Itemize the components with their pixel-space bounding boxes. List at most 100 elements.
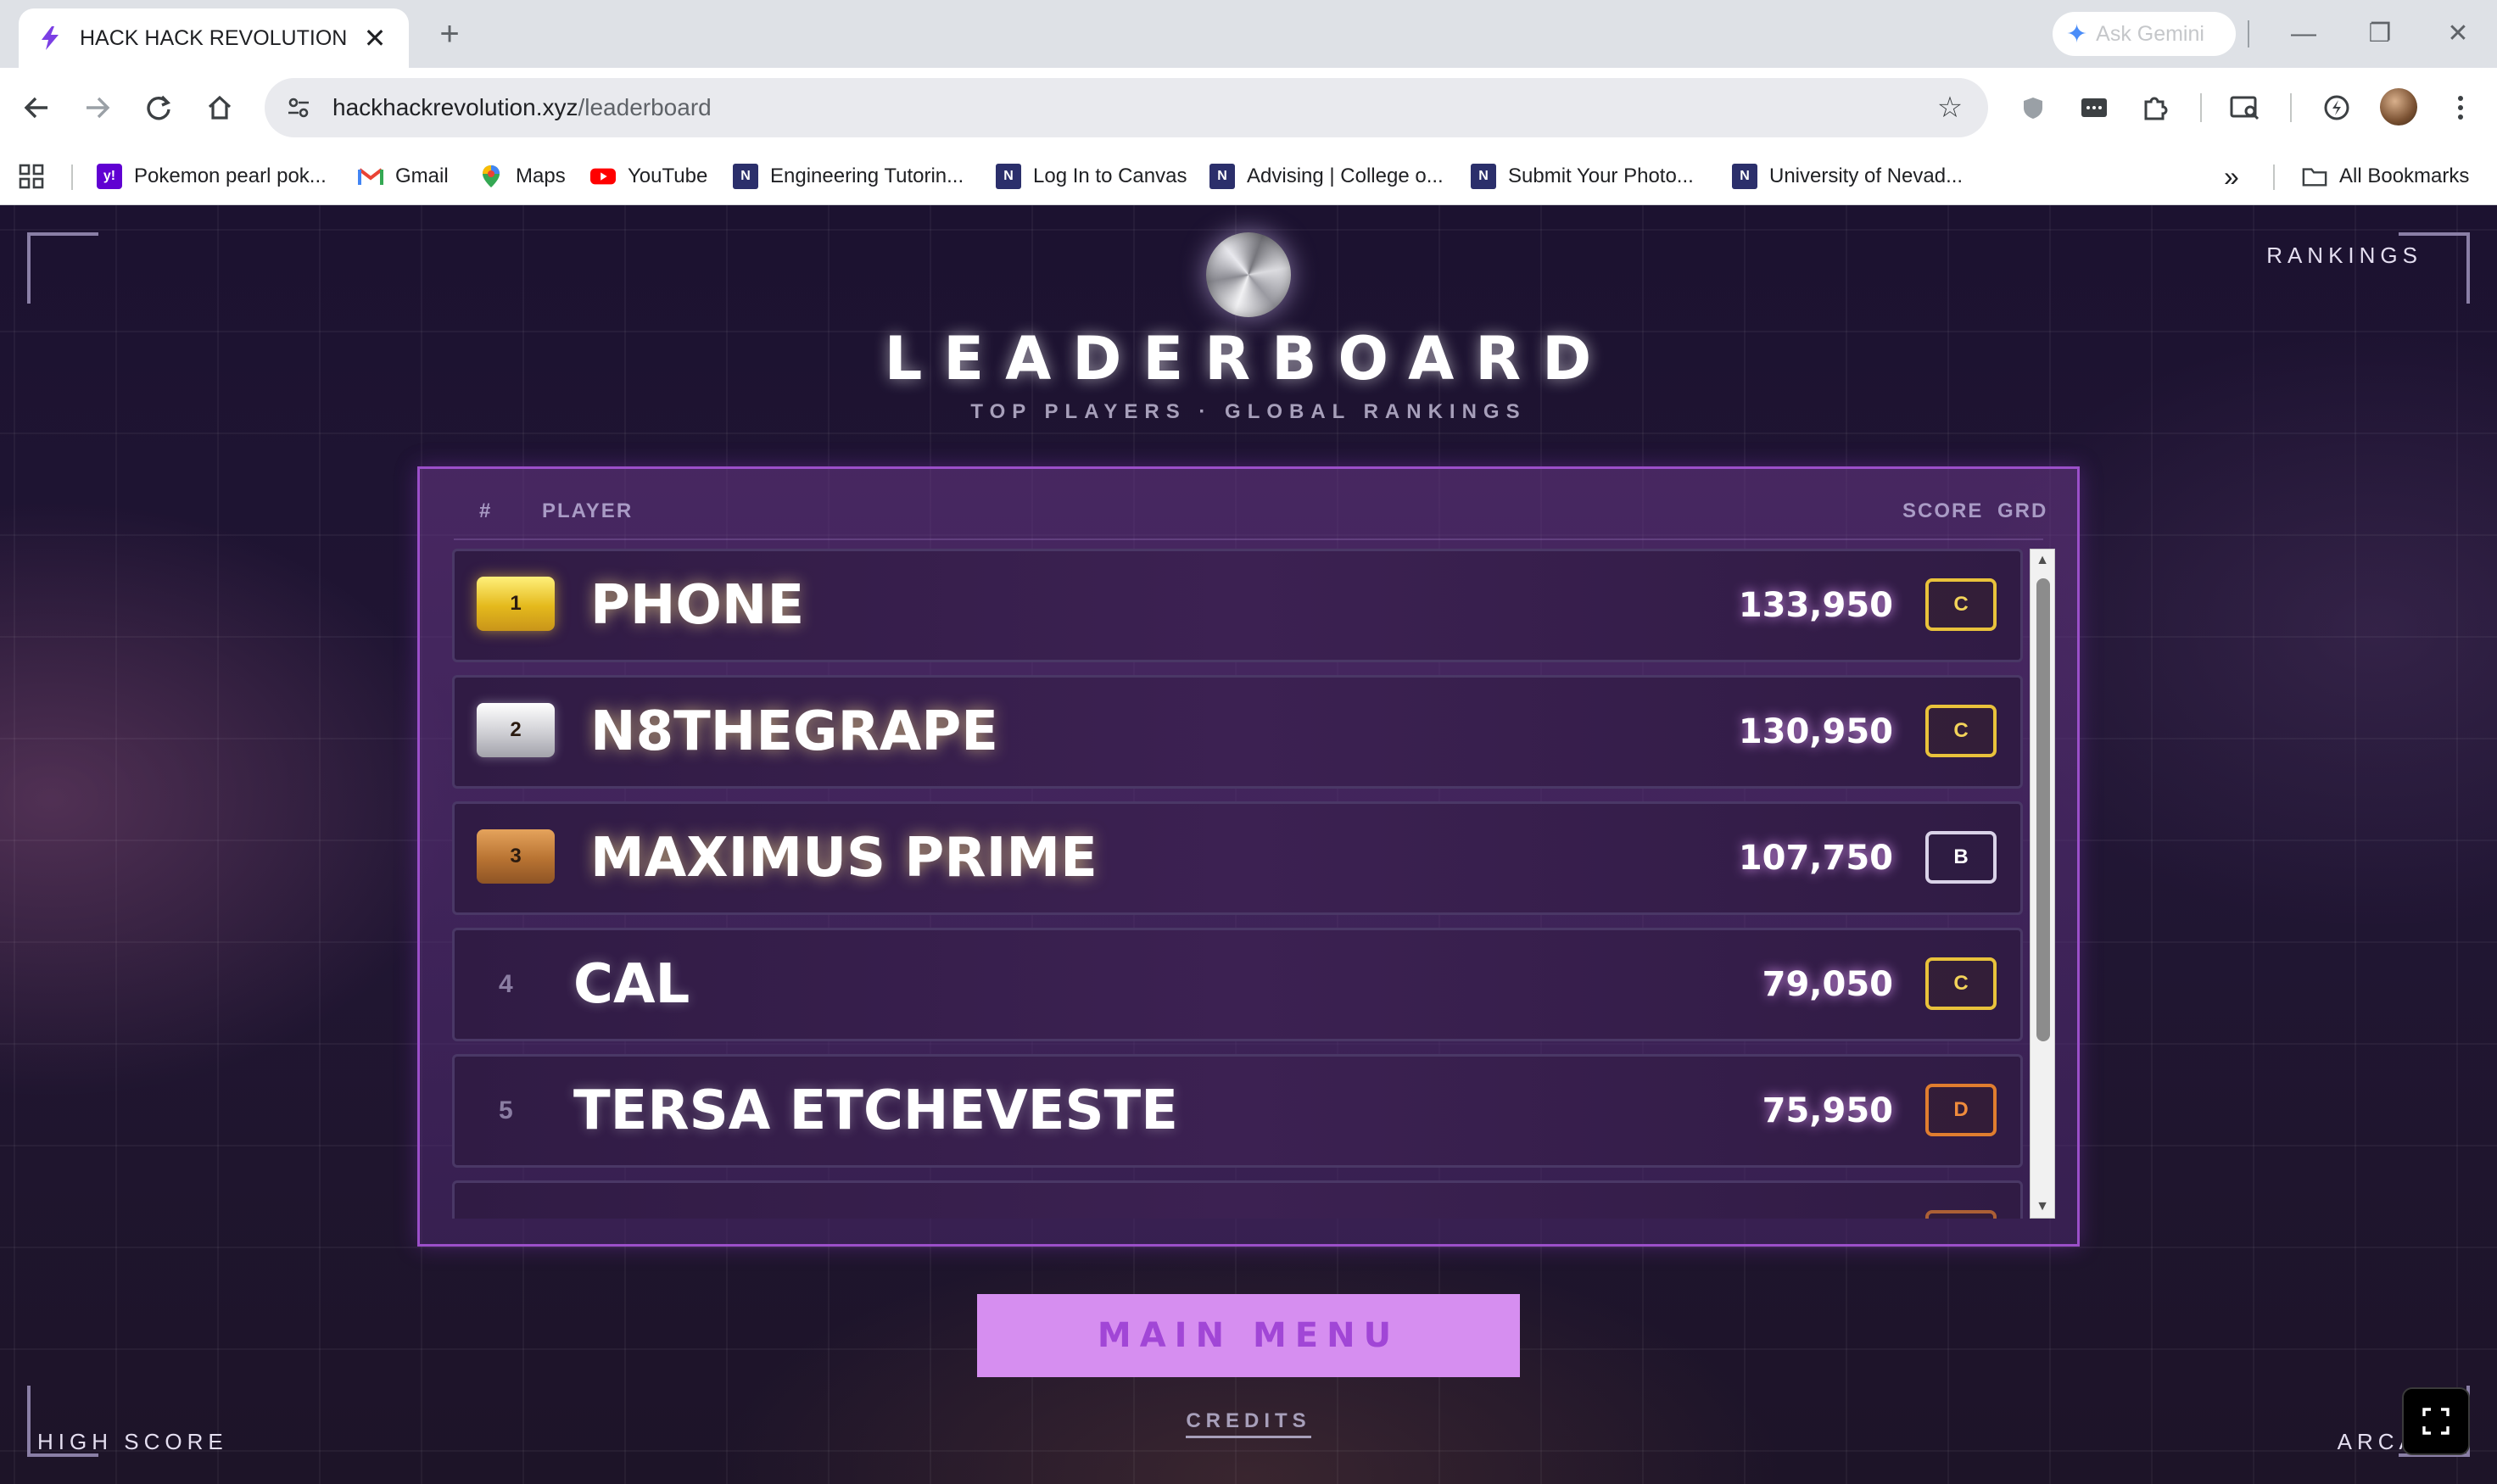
grade-badge	[1925, 1210, 1997, 1219]
leaderboard-panel: # PLAYER SCORE GRD 1 PHONE 133,950 C 2 N…	[417, 466, 2080, 1247]
column-header-score: SCORE	[1902, 499, 1984, 522]
ask-gemini-button[interactable]: ✦ Ask Gemini	[2053, 12, 2236, 56]
new-tab-button[interactable]: +	[431, 15, 468, 53]
more-menu-icon[interactable]	[2439, 86, 2482, 129]
bookmarks-bar: y! Pokemon pearl pok... Gmail Maps YouTu…	[0, 148, 2497, 205]
url-path: /leaderboard	[578, 94, 712, 120]
home-icon[interactable]	[198, 86, 241, 129]
apps-grid-icon[interactable]	[19, 159, 44, 193]
gemini-sparkle-icon: ✦	[2066, 20, 2088, 48]
lightning-icon	[36, 24, 64, 53]
bookmark-label: Pokemon pearl pok...	[134, 165, 327, 187]
page-title: LEADERBOARD	[884, 324, 1613, 393]
yahoo-icon: y!	[97, 164, 122, 189]
column-header-player: PLAYER	[542, 499, 634, 522]
scroll-down-icon[interactable]: ▼	[2031, 1196, 2054, 1218]
bookmark-label: Advising | College o...	[1247, 165, 1444, 187]
restore-button[interactable]: ❐	[2355, 12, 2405, 56]
silver-rank-badge: 2	[477, 703, 555, 757]
bookmark-engineering-tutoring[interactable]: N Engineering Tutorin...	[733, 159, 964, 193]
bookmark-university[interactable]: N University of Nevad...	[1732, 159, 1963, 193]
extensions-puzzle-icon[interactable]	[2134, 86, 2176, 129]
fullscreen-icon[interactable]	[2402, 1387, 2470, 1455]
all-bookmarks-button[interactable]: All Bookmarks	[2302, 159, 2469, 193]
performance-icon[interactable]	[2315, 86, 2358, 129]
browser-tab[interactable]: HACK HACK REVOLUTION ✕	[19, 8, 409, 68]
minimize-button[interactable]: —	[2278, 12, 2329, 56]
bookmark-youtube[interactable]: YouTube	[590, 159, 707, 193]
address-bar[interactable]: hackhackrevolution.xyz/leaderboard ☆	[265, 78, 1988, 137]
folder-icon	[2302, 164, 2327, 189]
divider	[2290, 93, 2292, 122]
leaderboard-row[interactable]: 1 PHONE 133,950 C	[452, 549, 2023, 662]
player-score: 133,950	[1738, 586, 1893, 625]
player-name: CAL	[573, 953, 690, 1016]
scroll-thumb[interactable]	[2036, 578, 2050, 1041]
grade-badge: C	[1925, 957, 1997, 1010]
rank-number: 5	[499, 1096, 513, 1124]
back-icon[interactable]	[15, 86, 58, 129]
profile-avatar[interactable]	[2380, 88, 2417, 126]
unr-n-icon: N	[1732, 164, 1757, 189]
site-settings-icon[interactable]	[280, 89, 317, 126]
shield-extension-icon[interactable]	[2012, 86, 2054, 129]
bookmark-label: Submit Your Photo...	[1508, 165, 1694, 187]
bookmark-label: Gmail	[395, 165, 449, 187]
gmail-icon	[358, 164, 383, 189]
divider	[2200, 93, 2202, 122]
main-menu-button[interactable]: MAIN MENU	[977, 1294, 1520, 1377]
leaderboard-row-partial[interactable]	[452, 1180, 2023, 1219]
password-extension-icon[interactable]	[2073, 86, 2115, 129]
bookmark-advising[interactable]: N Advising | College o...	[1209, 159, 1444, 193]
bookmark-pokemon[interactable]: y! Pokemon pearl pok...	[97, 159, 327, 193]
more-bookmarks-icon[interactable]: »	[2224, 159, 2239, 193]
bookmark-submit-photo[interactable]: N Submit Your Photo...	[1471, 159, 1694, 193]
grade-badge: B	[1925, 831, 1997, 884]
rankings-corner-label: RANKINGS	[2266, 243, 2422, 268]
divider	[2248, 20, 2249, 47]
bronze-rank-badge: 3	[477, 829, 555, 884]
close-window-button[interactable]: ✕	[2433, 12, 2483, 56]
bookmark-label: Maps	[516, 165, 566, 187]
bookmark-star-icon[interactable]: ☆	[1929, 86, 1971, 129]
credits-row: CREDITS	[0, 1409, 2497, 1438]
bookmark-gmail[interactable]: Gmail	[358, 159, 449, 193]
url-text: hackhackrevolution.xyz/leaderboard	[332, 94, 1929, 121]
reload-icon[interactable]	[137, 86, 180, 129]
ask-gemini-label: Ask Gemini	[2096, 21, 2204, 46]
unr-n-icon: N	[733, 164, 758, 189]
page-subtitle: TOP PLAYERS · GLOBAL RANKINGS	[970, 400, 1527, 423]
unr-n-icon: N	[996, 164, 1021, 189]
leaderboard-row[interactable]: 3 MAXIMUS PRIME 107,750 B	[452, 801, 2023, 915]
player-score: 79,050	[1762, 965, 1893, 1004]
scrollbar[interactable]: ▲ ▼	[2030, 549, 2055, 1219]
tab-search-icon[interactable]	[2224, 86, 2266, 129]
player-score: 130,950	[1738, 712, 1893, 751]
leaderboard-row[interactable]: 5 TERSA ETCHEVESTE 75,950 D	[452, 1054, 2023, 1168]
forward-icon[interactable]	[76, 86, 119, 129]
grade-badge: C	[1925, 705, 1997, 757]
scroll-up-icon[interactable]: ▲	[2031, 550, 2054, 572]
player-name: PHONE	[590, 574, 805, 637]
leaderboard-list[interactable]: 1 PHONE 133,950 C 2 N8THEGRAPE 130,950 C…	[452, 549, 2023, 1219]
grade-badge: C	[1925, 578, 1997, 631]
metal-orb-icon	[1206, 232, 1291, 317]
bookmark-label: Engineering Tutorin...	[770, 165, 964, 187]
leaderboard-row[interactable]: 2 N8THEGRAPE 130,950 C	[452, 675, 2023, 789]
bookmark-label: University of Nevad...	[1769, 165, 1964, 187]
column-header-rank: #	[479, 499, 493, 522]
unr-n-icon: N	[1209, 164, 1235, 189]
all-bookmarks-label: All Bookmarks	[2339, 165, 2470, 187]
bookmark-label: Log In to Canvas	[1033, 165, 1187, 187]
player-name: N8THEGRAPE	[590, 700, 998, 763]
bookmark-canvas[interactable]: N Log In to Canvas	[996, 159, 1187, 193]
leaderboard-row[interactable]: 4 CAL 79,050 C	[452, 928, 2023, 1041]
game-page: RANKINGS HIGH SCORE ARCADE LEADERBOARD T…	[0, 205, 2497, 1484]
column-header-grade: GRD	[1997, 499, 2048, 522]
browser-toolbar: hackhackrevolution.xyz/leaderboard ☆	[0, 68, 2497, 148]
bookmark-maps[interactable]: Maps	[478, 159, 566, 193]
close-tab-icon[interactable]: ✕	[358, 22, 392, 54]
corner-bracket-top-left	[27, 232, 98, 304]
tab-title: HACK HACK REVOLUTION	[80, 25, 348, 50]
credits-link[interactable]: CREDITS	[1186, 1409, 1311, 1438]
